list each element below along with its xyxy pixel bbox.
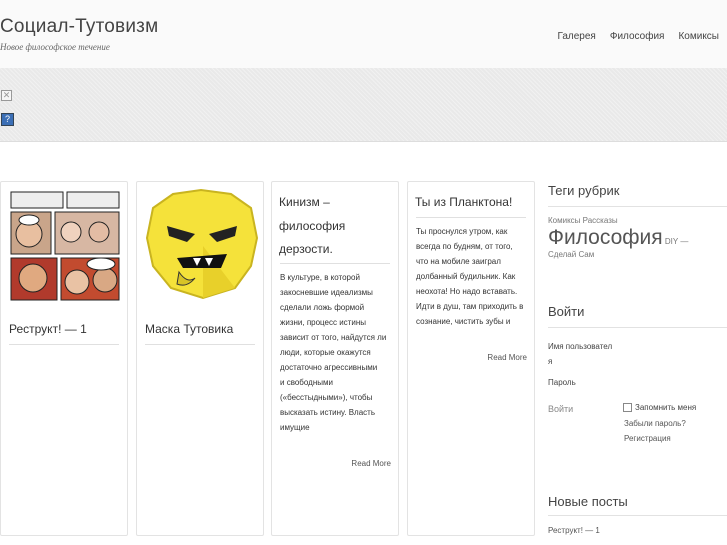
excerpt-line: («бесстыдными»), чтобы <box>280 393 373 402</box>
header-banner <box>0 68 727 142</box>
excerpt-line: имущие <box>280 423 310 432</box>
excerpt-line: что на мобиле заиграл <box>416 257 501 266</box>
read-more-link[interactable]: Read More <box>487 353 527 362</box>
register-link[interactable]: Регистрация <box>624 434 671 443</box>
remember-checkbox[interactable] <box>623 403 632 412</box>
excerpt-line: сознание, чистить зубы и <box>416 317 511 326</box>
tag-do-it-yourself[interactable]: Сделай Сам <box>548 249 723 261</box>
image-placeholder-icon: ? <box>1 113 14 126</box>
excerpt-line: Ты проснулся утром, как <box>416 227 508 236</box>
post-title[interactable]: Ты из Планктона! <box>415 189 512 215</box>
nav-item-gallery[interactable]: Галерея <box>558 31 596 42</box>
forgot-password-link[interactable]: Забыли пароль? <box>624 419 686 428</box>
remember-label: Запомнить меня <box>635 403 697 412</box>
post-excerpt: Ты проснулся утром, как всегда по будням… <box>416 224 528 329</box>
tag-philosophy[interactable]: Философия <box>548 226 663 249</box>
excerpt-line: достаточно агрессивными <box>280 363 378 372</box>
post-excerpt: В культуре, в которой закосневшие идеали… <box>280 270 392 435</box>
login-heading: Войти <box>548 304 585 319</box>
nav-item-philosophy[interactable]: Философия <box>610 31 665 42</box>
excerpt-line: люди, которые окажутся <box>280 348 371 357</box>
tags-heading: Теги рубрик <box>548 183 620 198</box>
excerpt-line: высказать истину. Власть <box>280 408 375 417</box>
divider <box>9 344 119 345</box>
excerpt-line: и свободными <box>280 378 333 387</box>
divider <box>548 327 727 328</box>
excerpt-line: долбанный будильник. Как <box>416 272 516 281</box>
excerpt-line: закосневшие идеализмы <box>280 288 373 297</box>
post-card-mask: Маска Тутовика <box>136 181 264 536</box>
tag-cloud: Комиксы Рассказы Философия DIY — Сделай … <box>548 215 723 261</box>
post-title-line[interactable]: Кинизм – <box>279 189 330 215</box>
recent-post-link[interactable]: Реструкт! — 1 <box>548 526 600 535</box>
excerpt-line: зависит от того, найдутся ли <box>280 333 387 342</box>
username-label: Имя пользовател <box>548 342 613 351</box>
main-nav: Галерея Философия Комиксы <box>558 31 720 42</box>
divider <box>548 515 727 516</box>
login-button[interactable]: Войти <box>548 404 573 414</box>
excerpt-line: В культуре, в которой <box>280 273 360 282</box>
excerpt-line: жизни, процесс истины <box>280 318 366 327</box>
username-label-wrap: я <box>548 357 553 366</box>
post-title[interactable]: Маска Тутовика <box>145 322 233 336</box>
site-description: Новое философское течение <box>0 42 110 52</box>
password-label: Пароль <box>548 378 576 387</box>
excerpt-line: Идти в душ, там приходить в <box>416 302 524 311</box>
site-title[interactable]: Социал-Тутовизм <box>0 16 158 38</box>
post-card-cynicism: Кинизм – философия дерзости. В культуре,… <box>271 181 399 536</box>
excerpt-line: всегда по будням, от того, <box>416 242 513 251</box>
excerpt-line: сделали ложь формой <box>280 303 365 312</box>
nav-item-comics[interactable]: Комиксы <box>678 31 719 42</box>
post-card-restrukt: Реструкт! — 1 <box>0 181 128 536</box>
divider <box>416 217 526 218</box>
read-more-link[interactable]: Read More <box>351 459 391 468</box>
mask-thumbnail[interactable] <box>143 188 261 300</box>
divider <box>145 344 255 345</box>
divider <box>548 206 727 207</box>
site-header: Социал-Тутовизм Новое философское течени… <box>0 0 727 68</box>
broken-image-icon: ✕ <box>1 90 12 101</box>
post-title[interactable]: Реструкт! — 1 <box>9 322 87 336</box>
recent-posts-heading: Новые посты <box>548 494 628 509</box>
tag-diy[interactable]: DIY — <box>665 237 688 246</box>
post-title-line[interactable]: дерзости. <box>279 236 333 262</box>
comic-thumbnail[interactable] <box>9 190 121 302</box>
divider <box>280 263 390 264</box>
post-card-plankton: Ты из Планктона! Ты проснулся утром, как… <box>407 181 535 536</box>
excerpt-line: неохота! Но надо вставать. <box>416 287 518 296</box>
remember-me[interactable]: Запомнить меня <box>623 403 696 412</box>
